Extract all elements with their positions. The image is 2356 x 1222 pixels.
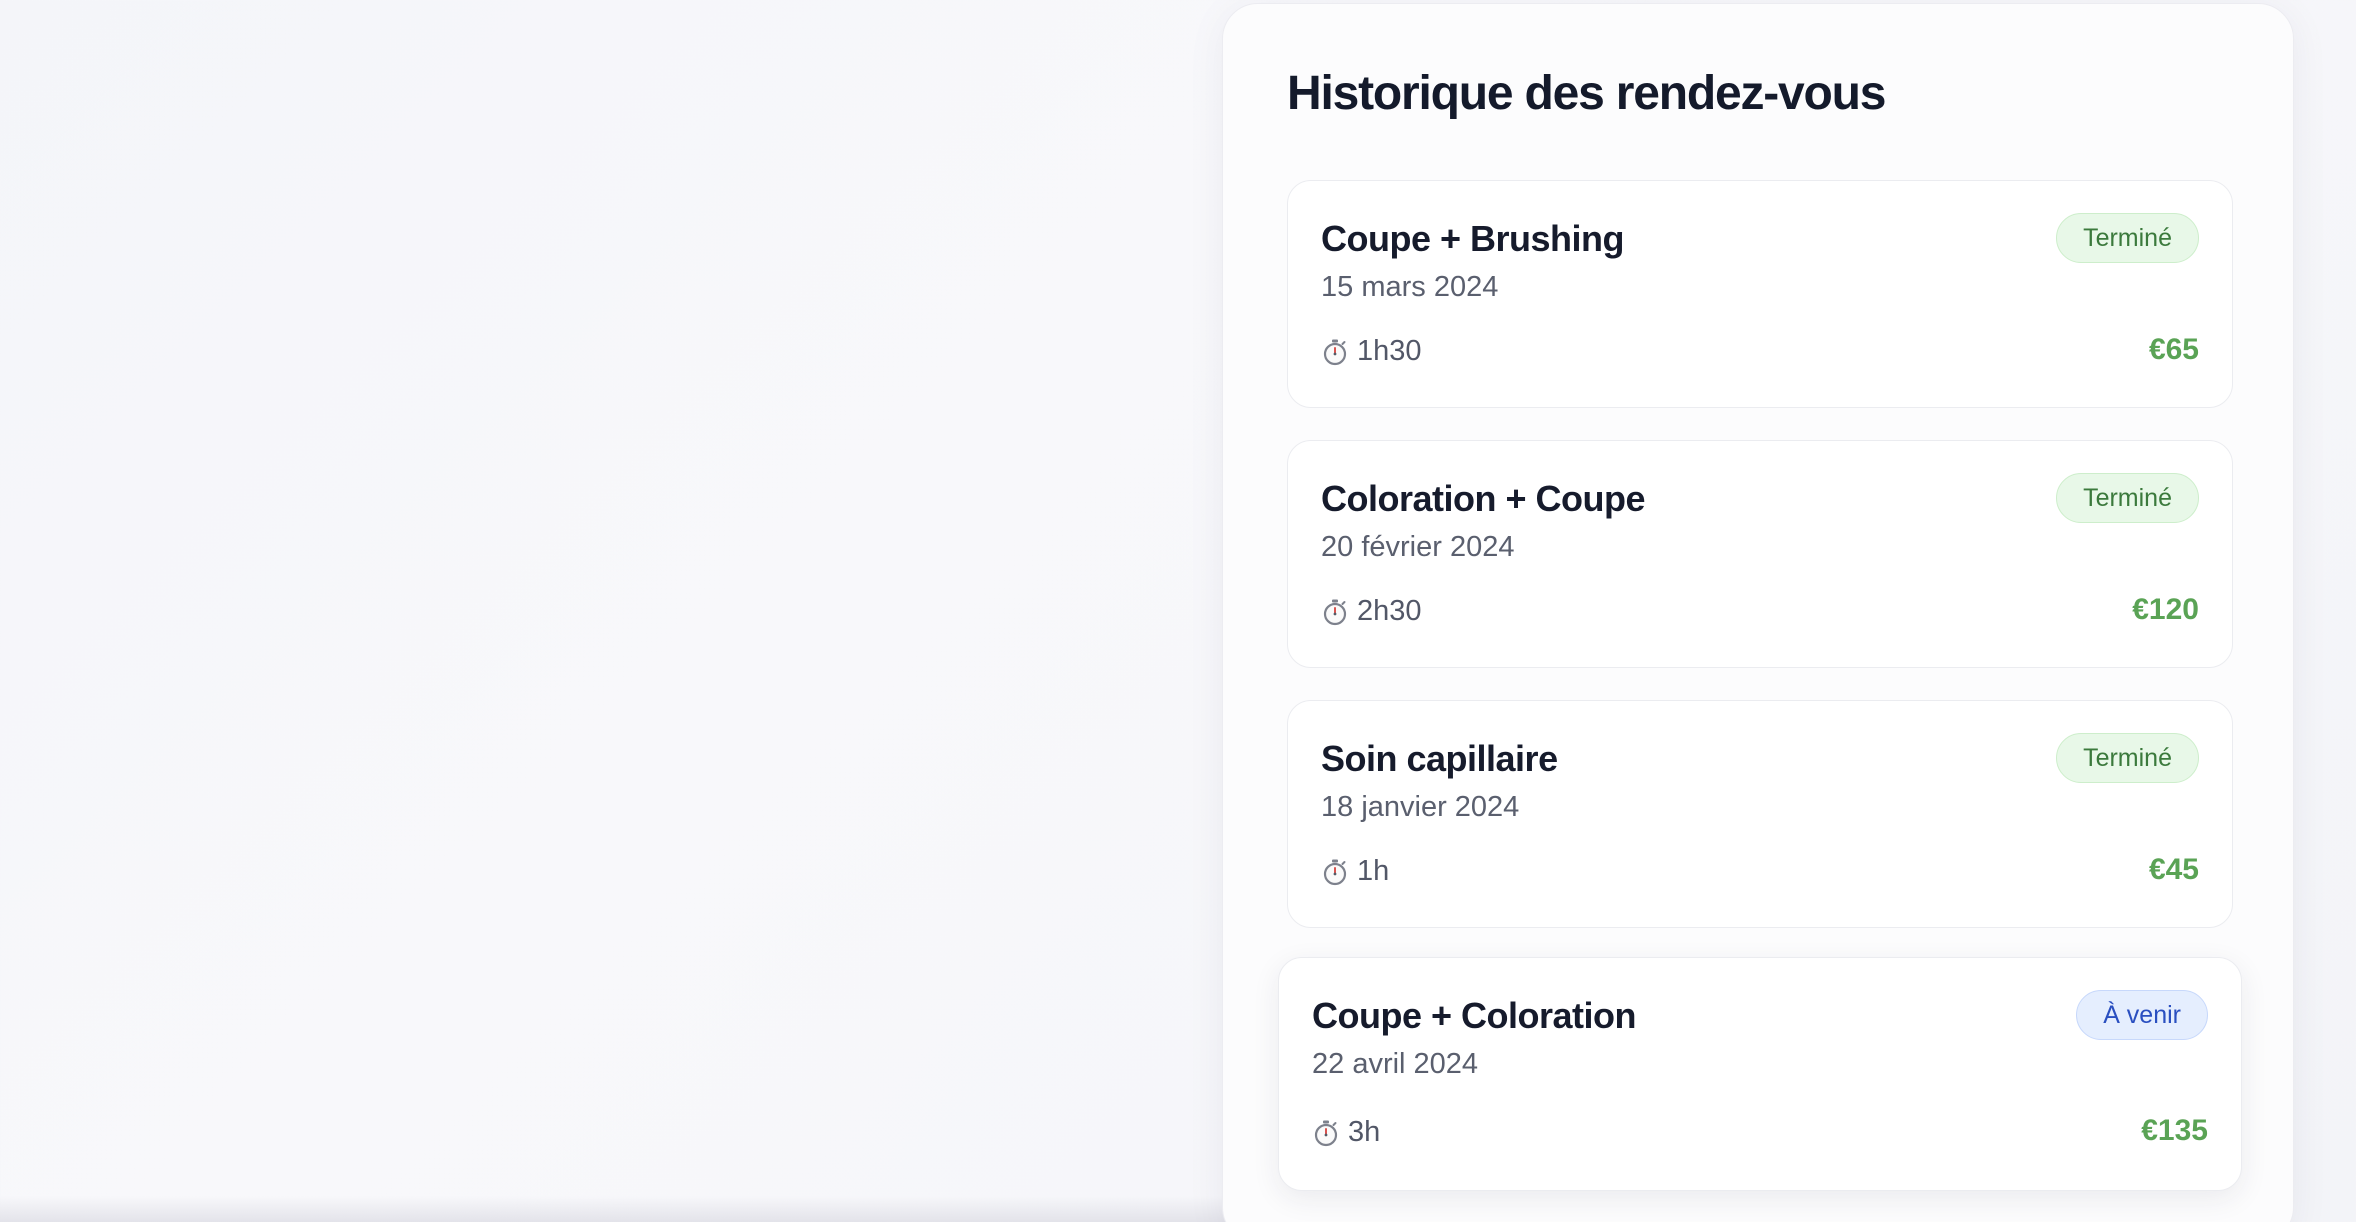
service-name: Soin capillaire: [1321, 738, 1558, 779]
price: €135: [2141, 1114, 2208, 1147]
status-badge: Terminé: [2056, 473, 2199, 523]
appointment-card[interactable]: Coloration + Coupe Terminé 20 février 20…: [1287, 440, 2233, 668]
service-name: Coupe + Brushing: [1321, 218, 1625, 259]
duration: 1h: [1321, 857, 1389, 886]
status-badge: Terminé: [2056, 213, 2199, 263]
duration-value: 3h: [1348, 1116, 1381, 1148]
appointment-date: 22 avril 2024: [1312, 1048, 1479, 1080]
status-badge: Terminé: [2056, 733, 2199, 783]
service-name: Coloration + Coupe: [1321, 478, 1646, 519]
appointment-date: 18 janvier 2024: [1321, 791, 1520, 823]
price: €45: [2148, 853, 2199, 886]
stopwatch-icon: [1314, 1120, 1338, 1146]
price: €120: [2132, 593, 2199, 626]
appointment-history-panel: Historique des rendez-vous Coupe + Brush…: [1222, 3, 2294, 1222]
duration: 2h30: [1321, 597, 1422, 626]
service-name: Coupe + Coloration: [1312, 995, 1637, 1036]
appointment-date: 20 février 2024: [1321, 531, 1515, 563]
duration: 3h: [1312, 1118, 1380, 1147]
duration-value: 2h30: [1357, 595, 1422, 627]
appointment-card[interactable]: Soin capillaire Terminé 18 janvier 2024 …: [1287, 700, 2233, 928]
stopwatch-icon: [1323, 339, 1347, 365]
panel-title: Historique des rendez-vous: [1287, 67, 1886, 120]
price: €65: [2148, 333, 2199, 366]
duration: 1h30: [1321, 337, 1422, 366]
appointment-card[interactable]: Coupe + Coloration À venir 22 avril 2024…: [1278, 957, 2242, 1191]
status-badge: À venir: [2076, 990, 2208, 1040]
stopwatch-icon: [1323, 859, 1347, 885]
duration-value: 1h30: [1357, 335, 1422, 367]
appointment-card[interactable]: Coupe + Brushing Terminé 15 mars 2024 1h…: [1287, 180, 2233, 408]
stopwatch-icon: [1323, 599, 1347, 625]
duration-value: 1h: [1357, 855, 1390, 887]
appointment-date: 15 mars 2024: [1321, 271, 1499, 303]
